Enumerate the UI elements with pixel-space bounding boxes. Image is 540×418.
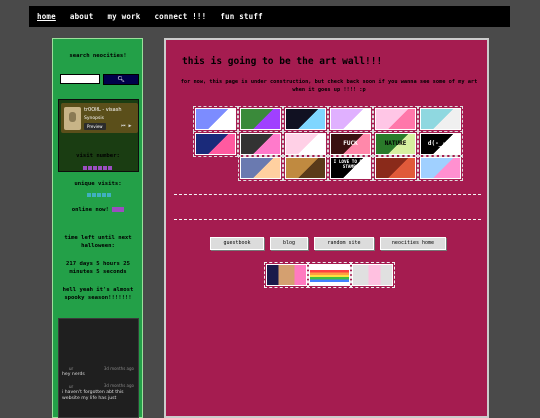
divider — [174, 194, 481, 195]
search-input[interactable] — [60, 74, 100, 84]
stamp-3[interactable] — [283, 106, 328, 132]
track-title: tr0OlłL - visash — [84, 107, 122, 113]
unique-counter — [87, 193, 111, 197]
stamp-1[interactable] — [193, 106, 238, 132]
countdown-value: 217 days 5 hours 25 minutes 5 seconds — [66, 261, 130, 275]
top-nav: home about my work connect !!! fun stuff — [29, 6, 510, 27]
stamp-2[interactable] — [238, 106, 283, 132]
spooky-text: hell yeah it's almost spooky season!!!!!… — [62, 287, 134, 301]
stamp-16[interactable] — [373, 155, 418, 181]
counter-digit — [107, 193, 111, 197]
stamp-10[interactable]: FUCK — [328, 131, 373, 157]
stamp-label: I LOVE TO EAT STAMPS — [333, 160, 368, 170]
counter-digit — [102, 193, 106, 197]
chat-time: 3d months ago — [103, 383, 134, 388]
counter-digit — [88, 166, 92, 170]
chat-box[interactable]: ur 3d months ago hey nerds ur 3d months … — [58, 318, 139, 418]
visit-counter — [83, 166, 112, 170]
nav-connect[interactable]: connect !!! — [154, 12, 206, 21]
stamp-17[interactable] — [418, 155, 463, 181]
counter-digit — [97, 193, 101, 197]
blog-button[interactable]: blog — [270, 237, 308, 250]
search-icon: 🔍︎ — [117, 76, 125, 83]
counter-digit — [103, 166, 107, 170]
counter-digit — [98, 166, 102, 170]
album-art — [64, 107, 81, 130]
stamp-14[interactable] — [283, 155, 328, 181]
counter-digit — [83, 166, 87, 170]
neocities-home-button[interactable]: neocities home — [380, 237, 446, 250]
pixel-cat-button[interactable] — [350, 262, 395, 288]
stamp-label: NATURE — [384, 140, 407, 147]
counter-digit — [108, 166, 112, 170]
stamp-11[interactable]: NATURE — [373, 131, 418, 157]
chat-message: i haven't forgotten abt this website my … — [62, 390, 124, 401]
chat-message: hey nerds — [62, 372, 85, 377]
preview-badge[interactable]: Preview — [84, 123, 106, 130]
stamp-8[interactable] — [238, 131, 283, 157]
countdown-heading: time left until next halloween: — [64, 235, 132, 249]
online-now: online now! — [55, 207, 141, 215]
chat-time: 3d months ago — [103, 366, 134, 371]
search-button[interactable]: 🔍︎ — [103, 74, 139, 85]
stamp-7[interactable] — [193, 131, 238, 157]
stamp-9[interactable] — [283, 131, 328, 157]
stamp-4[interactable] — [328, 106, 373, 132]
rainbow-button[interactable] — [307, 262, 352, 288]
stamp-12[interactable]: d(-_-)b — [418, 131, 463, 157]
search-heading: search neocities! — [69, 53, 127, 59]
counter-digit — [87, 193, 91, 197]
stamp-15[interactable]: I LOVE TO EAT STAMPS — [328, 155, 373, 181]
online-count-badge — [112, 207, 125, 212]
nav-my-work[interactable]: my work — [107, 12, 140, 21]
page-subtitle: for now, this page is under construction… — [180, 79, 478, 93]
counter-digit — [92, 193, 96, 197]
visit-number-label: visit number: — [76, 153, 120, 159]
stamp-label: d(-_-)b — [427, 140, 454, 147]
divider — [174, 219, 481, 220]
nav-home[interactable]: home — [37, 12, 56, 21]
chat-user: ur — [69, 384, 74, 389]
music-widget: tr0OlłL - visash Synopsis Preview ⏮︎ ▶︎ — [58, 99, 139, 172]
stamp-13[interactable] — [238, 155, 283, 181]
counter-digit — [93, 166, 97, 170]
nav-fun-stuff[interactable]: fun stuff — [220, 12, 262, 21]
stamp-6[interactable] — [418, 106, 463, 132]
online-now-label: online now! — [71, 207, 109, 213]
stamp-label: FUCK — [343, 140, 358, 147]
nav-about[interactable]: about — [70, 12, 94, 21]
guestbook-button[interactable]: guestbook — [210, 237, 264, 250]
chat-user: ur — [69, 366, 74, 371]
stamp-5[interactable] — [373, 106, 418, 132]
nyan-cat-button[interactable] — [264, 262, 309, 288]
main-panel: this is going to be the art wall!!! for … — [164, 38, 489, 418]
music-card[interactable]: tr0OlłL - visash Synopsis Preview ⏮︎ ▶︎ — [61, 103, 138, 133]
random-site-button[interactable]: random site — [314, 237, 374, 250]
sidebar: search neocities! 🔍︎ tr0OlłL - visash Sy… — [52, 38, 143, 418]
playback-controls-icon[interactable]: ⏮︎ ▶︎ — [121, 123, 132, 129]
page-title: this is going to be the art wall!!! — [182, 56, 383, 67]
unique-visits-label: unique visits: — [74, 181, 122, 187]
track-subtitle: Synopsis — [84, 116, 104, 121]
